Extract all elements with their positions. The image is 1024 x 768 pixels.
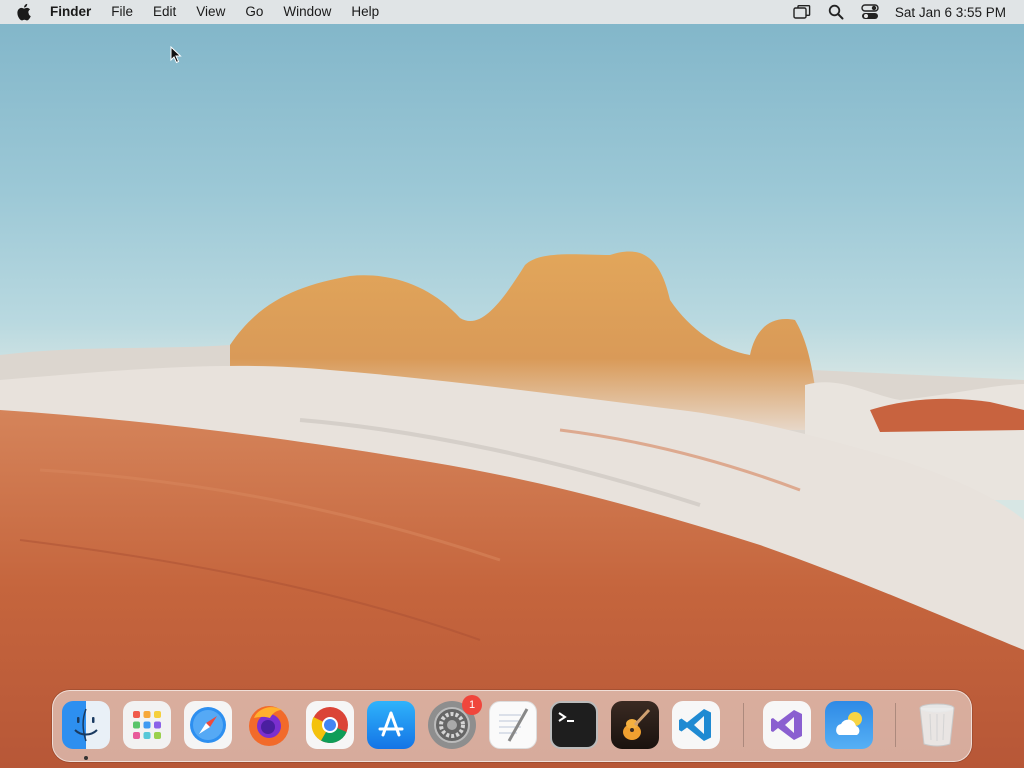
wallpaper-landscape — [0, 251, 1024, 768]
vscode-icon[interactable] — [672, 701, 720, 749]
control-center-icon[interactable] — [853, 0, 887, 24]
menu-app-finder[interactable]: Finder — [40, 0, 101, 24]
safari-icon[interactable] — [184, 701, 232, 749]
menu-bar: Finder File Edit View Go Window Help Sat… — [0, 0, 1024, 24]
menubar-clock[interactable]: Sat Jan 6 3:55 PM — [887, 5, 1014, 20]
menu-edit[interactable]: Edit — [143, 0, 186, 24]
notification-badge: 1 — [462, 695, 482, 715]
textedit-icon[interactable] — [489, 701, 537, 749]
menu-help[interactable]: Help — [341, 0, 389, 24]
menu-go[interactable]: Go — [235, 0, 273, 24]
firefox-icon[interactable] — [245, 701, 293, 749]
garageband-icon[interactable] — [611, 701, 659, 749]
menu-window[interactable]: Window — [273, 0, 341, 24]
spotlight-search-icon[interactable] — [819, 0, 853, 24]
menu-file[interactable]: File — [101, 0, 143, 24]
system-settings-icon[interactable]: 1 — [428, 695, 482, 749]
dock-separator — [895, 703, 896, 747]
weather-icon[interactable] — [825, 701, 873, 749]
finder-icon[interactable] — [62, 701, 110, 749]
apple-menu-icon[interactable] — [10, 3, 40, 21]
menu-view[interactable]: View — [186, 0, 235, 24]
dock: 1 — [52, 690, 972, 762]
visual-studio-icon[interactable] — [763, 701, 811, 749]
trash-icon[interactable] — [913, 701, 961, 749]
dock-separator — [743, 703, 744, 747]
chrome-icon[interactable] — [306, 701, 354, 749]
mouse-cursor-icon — [170, 45, 182, 69]
screen-mirroring-icon[interactable] — [785, 0, 819, 24]
app-store-icon[interactable] — [367, 701, 415, 749]
launchpad-icon[interactable] — [123, 701, 171, 749]
finder-running-indicator — [84, 756, 88, 760]
terminal-icon[interactable] — [550, 701, 598, 749]
desktop-wallpaper — [0, 0, 1024, 768]
